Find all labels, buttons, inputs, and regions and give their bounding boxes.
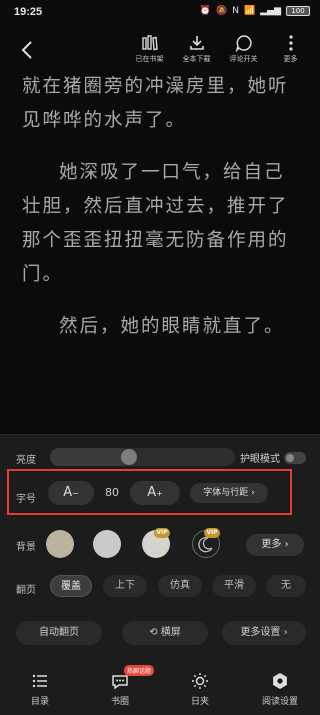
comment-toggle-label: 评论开关 bbox=[229, 55, 258, 63]
nav-day-mode-label: 日夹 bbox=[190, 697, 209, 707]
nav-community-label: 书圈 bbox=[110, 697, 129, 707]
brightness-slider[interactable] bbox=[50, 448, 235, 466]
more-icon bbox=[288, 35, 293, 51]
day-mode-icon bbox=[192, 673, 208, 689]
download-icon bbox=[189, 36, 204, 50]
comment-icon bbox=[235, 35, 252, 52]
comment-toggle-button[interactable]: 评论开关 bbox=[220, 34, 267, 64]
nav-reading-settings-label: 阅读设置 bbox=[261, 697, 298, 707]
top-actions: 已在书架 全本下载 评论开关 更多 bbox=[126, 34, 314, 64]
vip-badge: VIP bbox=[154, 528, 170, 538]
chevron-left-icon bbox=[21, 41, 32, 59]
landscape-icon: ⟲ bbox=[149, 627, 161, 638]
flip-option[interactable]: 平滑 bbox=[212, 575, 256, 597]
battery-icon: 100 bbox=[286, 6, 310, 16]
reader-paragraph: 然后，她的眼睛就直了。 bbox=[59, 316, 285, 337]
auto-flip-button[interactable]: 自动翻页 bbox=[16, 621, 102, 645]
nav-reading-settings[interactable]: 阅读设置 bbox=[240, 660, 320, 715]
nav-day-mode[interactable]: 日夹 bbox=[160, 660, 240, 715]
back-button[interactable] bbox=[16, 38, 40, 62]
status-bar: 19:25 ⏰ 🔕 N 📶 ▂▄▆ 100 bbox=[0, 0, 320, 24]
eye-mode-switch[interactable] bbox=[284, 451, 306, 464]
font-row-highlight bbox=[7, 469, 292, 515]
reader-paragraph: 就在猪圈旁的冲澡房里，她听见哗哗的水声了。 bbox=[22, 76, 289, 131]
flip-option[interactable]: 无 bbox=[266, 575, 306, 597]
bookshelf-icon bbox=[141, 35, 158, 51]
nav-catalog[interactable]: 目录 bbox=[0, 660, 80, 715]
more-settings-button[interactable]: 更多设置 › bbox=[222, 621, 306, 645]
landscape-label: 横屏 bbox=[160, 627, 181, 638]
mute-icon: 🔕 bbox=[216, 6, 228, 16]
more-button[interactable]: 更多 bbox=[267, 34, 314, 64]
status-time: 19:25 bbox=[14, 6, 43, 18]
bookshelf-button[interactable]: 已在书架 bbox=[126, 34, 173, 64]
background-swatch[interactable] bbox=[93, 530, 121, 558]
bookshelf-label: 已在书架 bbox=[135, 55, 164, 63]
catalog-icon bbox=[32, 674, 47, 688]
hot-topic-badge: 热聊话题 bbox=[124, 665, 155, 676]
eye-mode-toggle[interactable]: 护眼模式 bbox=[240, 450, 306, 465]
flip-option[interactable]: 覆盖 bbox=[50, 575, 92, 597]
brightness-fill bbox=[50, 448, 128, 466]
background-label: 背景 bbox=[16, 542, 36, 553]
reader-paragraph: 她深吸了一口气，给自己壮胆，然后直冲过去，推开了那个歪歪扭扭毫无防备作用的门。 bbox=[22, 162, 289, 285]
alarm-icon: ⏰ bbox=[199, 6, 212, 16]
status-icons: ⏰ 🔕 N 📶 ▂▄▆ 100 bbox=[200, 6, 310, 16]
flip-mode-label: 翻页 bbox=[16, 585, 36, 596]
landscape-button[interactable]: ⟲ 横屏 bbox=[122, 621, 208, 645]
download-button[interactable]: 全本下载 bbox=[173, 34, 220, 64]
wifi-icon: 📶 bbox=[244, 6, 256, 16]
settings-gear-icon bbox=[273, 673, 287, 689]
reader-top-bar: 已在书架 全本下载 评论开关 更多 bbox=[0, 28, 320, 72]
nav-community[interactable]: 热聊话题 书圈 bbox=[80, 660, 160, 715]
vip-badge: VIP bbox=[204, 528, 220, 538]
reader-content[interactable]: 就在猪圈旁的冲澡房里，她听见哗哗的水声了。 她深吸了一口气，给自己壮胆，然后直冲… bbox=[22, 70, 304, 362]
signal-icon: ▂▄▆ bbox=[260, 6, 281, 16]
eye-mode-label: 护眼模式 bbox=[240, 454, 280, 465]
more-backgrounds-button[interactable]: 更多 › bbox=[246, 534, 304, 556]
flip-option[interactable]: 仿真 bbox=[158, 575, 202, 597]
more-label: 更多 bbox=[283, 55, 298, 63]
bottom-nav: 目录 热聊话题 书圈 日夹 阅读设置 bbox=[0, 660, 320, 715]
download-label: 全本下载 bbox=[182, 55, 211, 63]
brightness-label: 亮度 bbox=[16, 455, 36, 466]
flip-option[interactable]: 上下 bbox=[103, 575, 147, 597]
nfc-icon: N bbox=[232, 6, 240, 16]
brightness-handle[interactable] bbox=[120, 449, 137, 465]
background-swatch[interactable] bbox=[46, 530, 74, 558]
nav-catalog-label: 目录 bbox=[30, 697, 49, 707]
